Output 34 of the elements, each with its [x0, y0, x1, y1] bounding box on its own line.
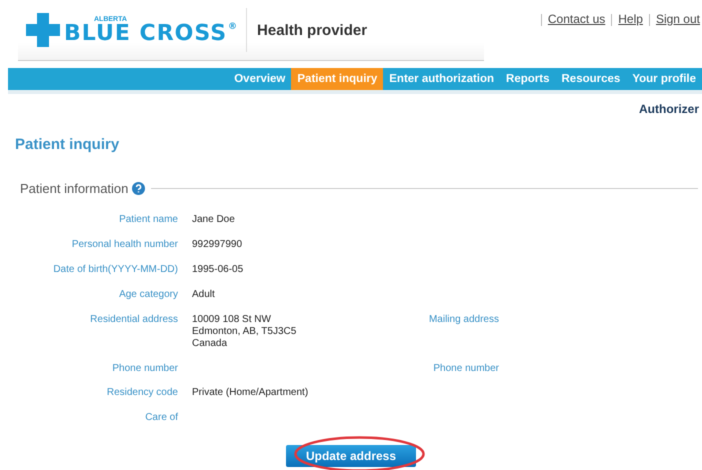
cross-icon: [26, 13, 60, 47]
user-role: Authorizer: [638, 101, 700, 116]
nav-tab[interactable]: Enter authorization: [383, 68, 500, 90]
field-label: Date of birth(YYYY-MM-DD): [52, 264, 178, 276]
nav-tab[interactable]: Patient inquiry: [291, 68, 384, 90]
field-value: 992997990: [192, 239, 242, 250]
field-label: Patient name: [118, 214, 178, 226]
portal-title: Health provider: [257, 22, 368, 38]
field-label: Personal health number: [70, 239, 178, 251]
field-label: Residential address: [89, 314, 178, 327]
nav-tab[interactable]: Overview: [228, 68, 292, 90]
page-title: Patient inquiry: [15, 136, 120, 153]
section-title: Patient information: [20, 181, 128, 196]
field-value: Adult: [192, 289, 215, 300]
update-address-button[interactable]: Update address: [286, 445, 416, 467]
header-link[interactable]: Sign out: [656, 12, 700, 68]
field-label: Phone number: [111, 363, 178, 374]
header-link[interactable]: Contact us: [548, 12, 606, 68]
header-link[interactable]: Help: [618, 12, 643, 68]
field-label: Residency code: [106, 387, 178, 399]
logo-text: BLUE CROSS: [64, 22, 228, 44]
registered-mark: ®: [228, 22, 238, 32]
nav-tab[interactable]: Resources: [556, 68, 626, 90]
field-value: 10009 108 St NW Edmonton, AB, T5J3C5 Canada: [192, 314, 296, 349]
field-value: Private (Home/Apartment): [192, 387, 308, 398]
help-icon[interactable]: [132, 182, 146, 195]
field-label: Mailing address: [428, 314, 499, 325]
field-value: 1995-06-05: [192, 264, 244, 275]
nav-tab[interactable]: Your profile: [626, 68, 702, 90]
field-label: Age category: [118, 289, 178, 301]
nav-tab[interactable]: Reports: [500, 68, 556, 90]
field-label: Phone number: [433, 363, 499, 374]
field-value: Jane Doe: [192, 214, 235, 225]
field-label: Care of: [144, 412, 178, 423]
